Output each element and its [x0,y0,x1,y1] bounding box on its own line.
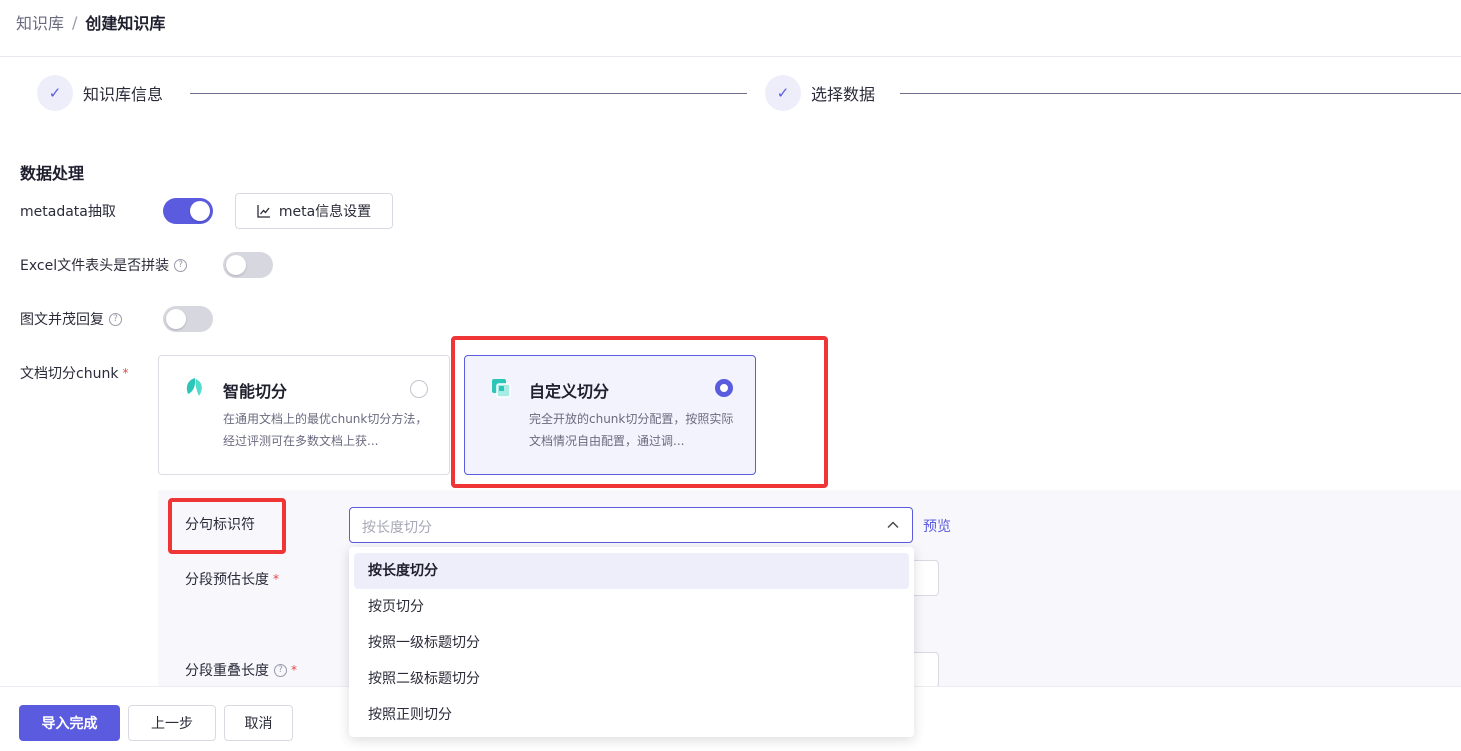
help-icon[interactable]: ? [174,258,188,272]
chevron-up-icon [887,521,899,528]
finish-import-button[interactable]: 导入完成 [19,705,120,741]
dropdown-item[interactable]: 按照正则切分 [354,697,909,733]
highlight-box [168,498,286,554]
excel-header-label: Excel文件表头是否拼装 ? [20,255,188,275]
switch-knob [190,201,210,221]
leaf-icon [186,378,202,396]
breadcrumb-parent[interactable]: 知识库 [16,10,64,34]
breadcrumb: 知识库 / 创建知识库 [16,10,165,34]
overlap-label: 分段重叠长度 ? * [185,660,297,680]
metadata-label-text: metadata抽取 [20,204,116,220]
meta-settings-button[interactable]: meta信息设置 [235,193,393,229]
dropdown-item[interactable]: 按页切分 [354,589,909,625]
chunk-length-label-text: 分段预估长度 [185,572,269,588]
card-desc: 在通用文档上的最优chunk切分方法，经过评测可在多数文档上获... [223,412,428,448]
step-check-icon: ✓ [765,75,801,111]
cancel-button[interactable]: 取消 [224,705,293,741]
required-mark: * [291,663,297,677]
step-check-icon: ✓ [37,75,73,111]
smart-split-card[interactable]: 智能切分 在通用文档上的最优chunk切分方法，经过评测可在多数文档上获... [158,355,450,475]
metadata-switch[interactable] [163,198,213,224]
image-text-switch[interactable] [163,306,213,332]
breadcrumb-current: 创建知识库 [85,14,166,33]
step-connector [190,93,747,94]
card-title: 智能切分 [223,382,288,401]
help-icon[interactable]: ? [274,663,287,677]
section-title: 数据处理 [20,164,85,183]
help-icon[interactable]: ? [109,312,122,326]
switch-knob [226,255,246,275]
dropdown-item[interactable]: 按照二级标题切分 [354,661,909,697]
separator-select[interactable]: 按长度切分 [349,507,913,543]
step-select-data: ✓ 选择数据 [765,75,875,111]
metadata-label: metadata抽取 [20,201,116,221]
step-connector [900,93,1461,94]
line-chart-icon [257,205,270,218]
excel-header-switch[interactable] [223,252,273,278]
chunk-label: 文档切分chunk * [20,363,128,383]
breadcrumb-separator: / [72,12,78,32]
overlap-label-text: 分段重叠长度 [185,663,269,679]
image-text-label-text: 图文并茂回复 [20,312,104,328]
step-knowledge-info: ✓ 知识库信息 [37,75,163,111]
previous-step-button[interactable]: 上一步 [128,705,216,741]
highlight-box [451,336,828,488]
step-label: 选择数据 [811,85,876,104]
preview-link[interactable]: 预览 [923,516,951,536]
meta-settings-label: meta信息设置 [278,204,372,220]
image-text-label: 图文并茂回复 ? [20,309,122,329]
smart-split-radio[interactable] [410,380,428,398]
excel-header-label-text: Excel文件表头是否拼装 [20,258,170,274]
switch-knob [166,309,186,329]
dropdown-item[interactable]: 按照一级标题切分 [354,625,909,661]
chunk-label-text: 文档切分chunk [20,366,119,382]
required-mark: * [122,366,129,380]
required-mark: * [273,572,279,586]
select-placeholder: 按长度切分 [362,520,432,536]
dropdown-item[interactable]: 按长度切分 [354,553,909,589]
step-label: 知识库信息 [83,85,164,104]
separator-dropdown: 按长度切分 按页切分 按照一级标题切分 按照二级标题切分 按照正则切分 [349,547,914,737]
chunk-length-label: 分段预估长度 * [185,569,279,589]
header-divider [0,56,1461,57]
